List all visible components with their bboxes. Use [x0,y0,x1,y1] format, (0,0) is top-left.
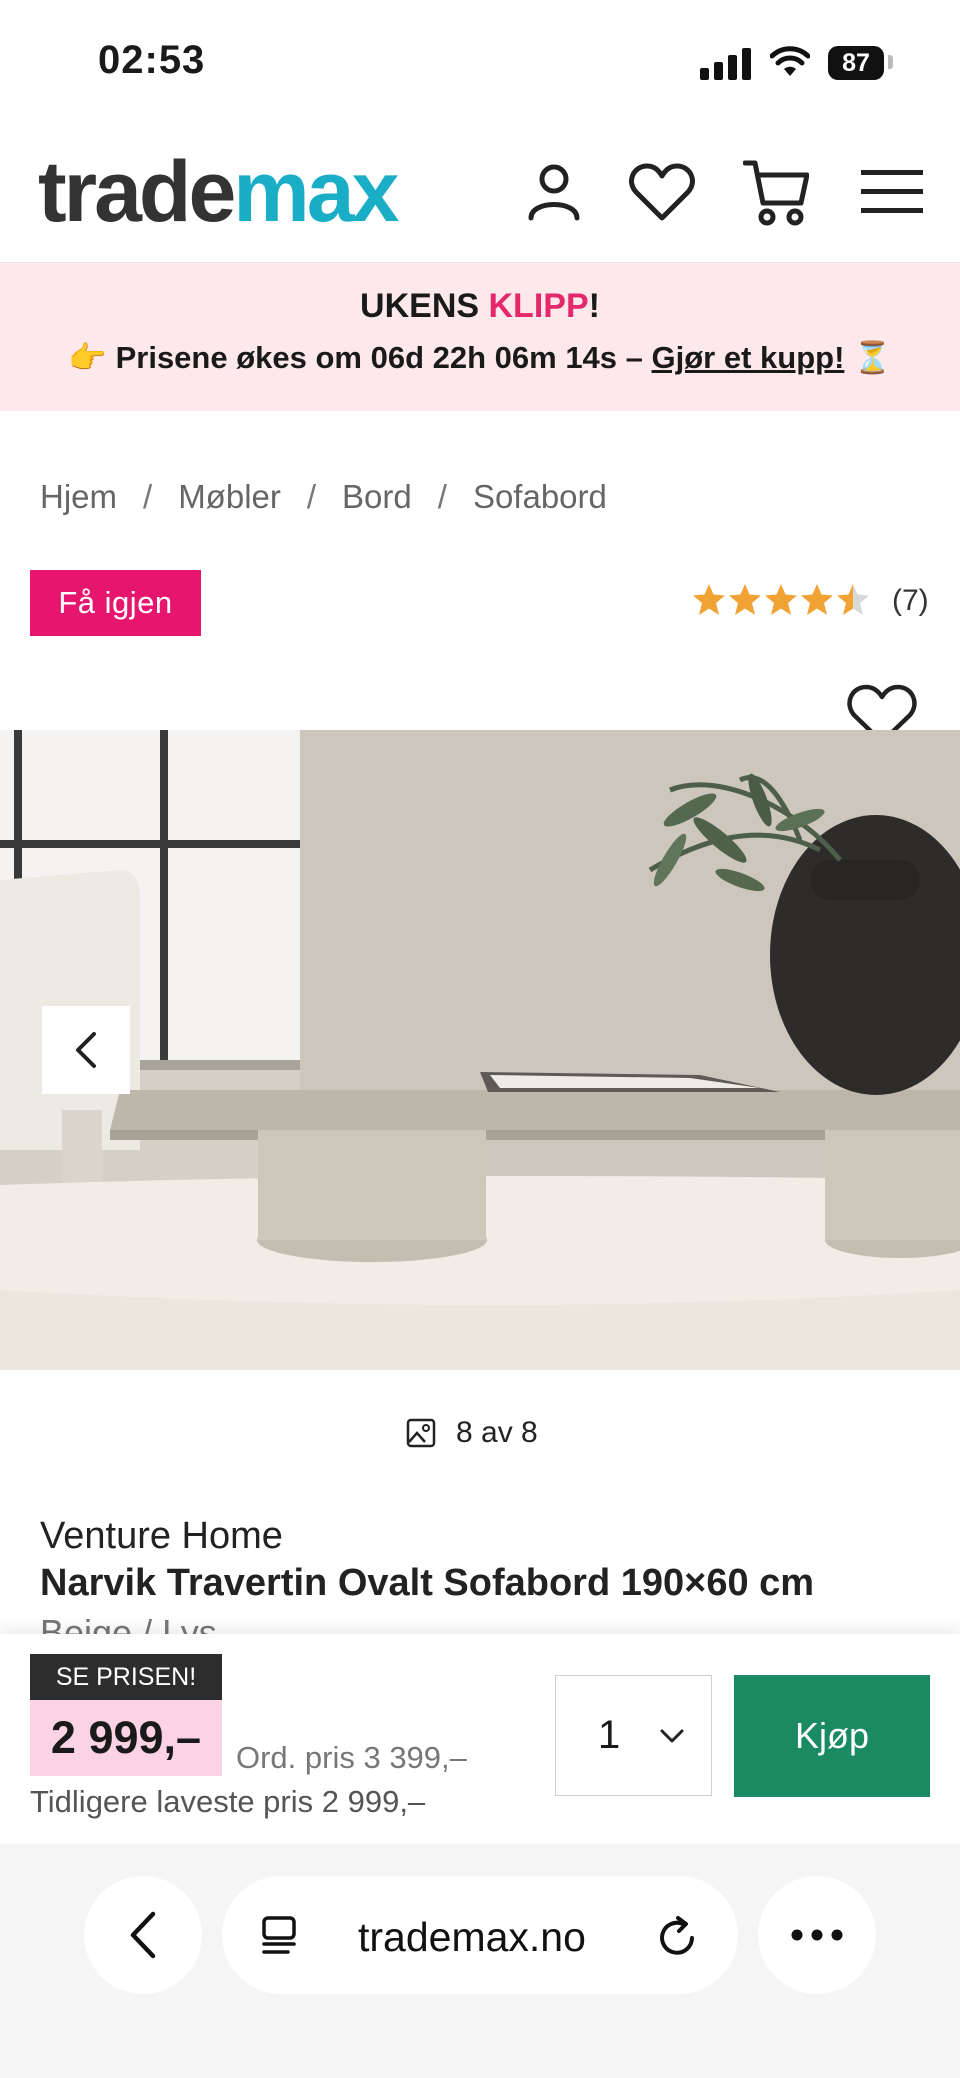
quantity-value: 1 [598,1713,621,1757]
breadcrumb-bord[interactable]: Bord [342,478,412,516]
promo-link[interactable]: Gjør et kupp! [652,340,845,375]
rating-count[interactable]: (7) [892,584,929,618]
original-price: Ord. pris 3 399,– [236,1740,467,1775]
gallery-prev-button[interactable] [42,1006,130,1094]
logo-trade: trade [38,144,236,240]
quantity-select[interactable]: 1 [555,1675,712,1796]
image-icon [406,1418,436,1448]
reload-icon[interactable] [656,1914,700,1960]
battery-tip [888,55,893,69]
promo-countdown: 👉 Prisene økes om 06d 22h 06m 14s – Gjør… [68,340,892,375]
rating-stars[interactable] [692,583,872,617]
product-brand[interactable]: Venture Home [40,1515,283,1558]
breadcrumb: Hjem / Møbler / Bord / Sofabord [40,478,607,516]
price-label: SE PRISEN! [30,1654,222,1700]
wifi-icon [770,46,810,76]
status-time: 02:53 [98,38,206,82]
signal-icon [700,48,751,80]
lowest-price-note: Tidligere laveste pris 2 999,– [30,1784,426,1819]
status-bar: 02:53 87 [0,0,960,120]
product-title: Narvik Travertin Ovalt Sofabord 190×60 c… [40,1562,815,1604]
menu-icon[interactable] [852,152,932,232]
buy-button[interactable]: Kjøp [734,1675,930,1797]
browser-back-button[interactable] [84,1876,202,1994]
cart-icon[interactable] [736,152,816,232]
back-arrow-icon [130,1911,156,1959]
cashback-badge: Få igjen [30,570,201,636]
breadcrumb-mobler[interactable]: Møbler [178,478,281,516]
breadcrumb-sofabord[interactable]: Sofabord [473,478,607,516]
chevron-left-icon [76,1032,96,1068]
gallery-counter-text: 8 av 8 [456,1416,538,1449]
product-photo [0,730,960,1370]
logo-max: max [233,144,399,240]
more-dots-icon [791,1929,843,1941]
chevron-down-icon [660,1729,684,1742]
trademax-logo[interactable]: trademax [38,142,399,242]
promo-banner: UKENS KLIPP! 👉 Prisene økes om 06d 22h 0… [0,263,960,411]
promo-title: UKENS KLIPP! [360,287,600,325]
star-rating-icon [693,584,869,615]
wishlist-icon[interactable] [622,152,702,232]
battery-indicator: 87 [828,46,884,80]
url-text[interactable]: trademax.no [358,1914,586,1961]
current-price: 2 999,– [30,1700,222,1776]
tabs-icon[interactable] [258,1914,302,1958]
account-icon[interactable] [514,152,594,232]
gallery-counter[interactable]: 8 av 8 [406,1416,538,1450]
breadcrumb-home[interactable]: Hjem [40,478,117,516]
browser-more-button[interactable] [758,1876,876,1994]
product-image[interactable] [0,730,960,1370]
